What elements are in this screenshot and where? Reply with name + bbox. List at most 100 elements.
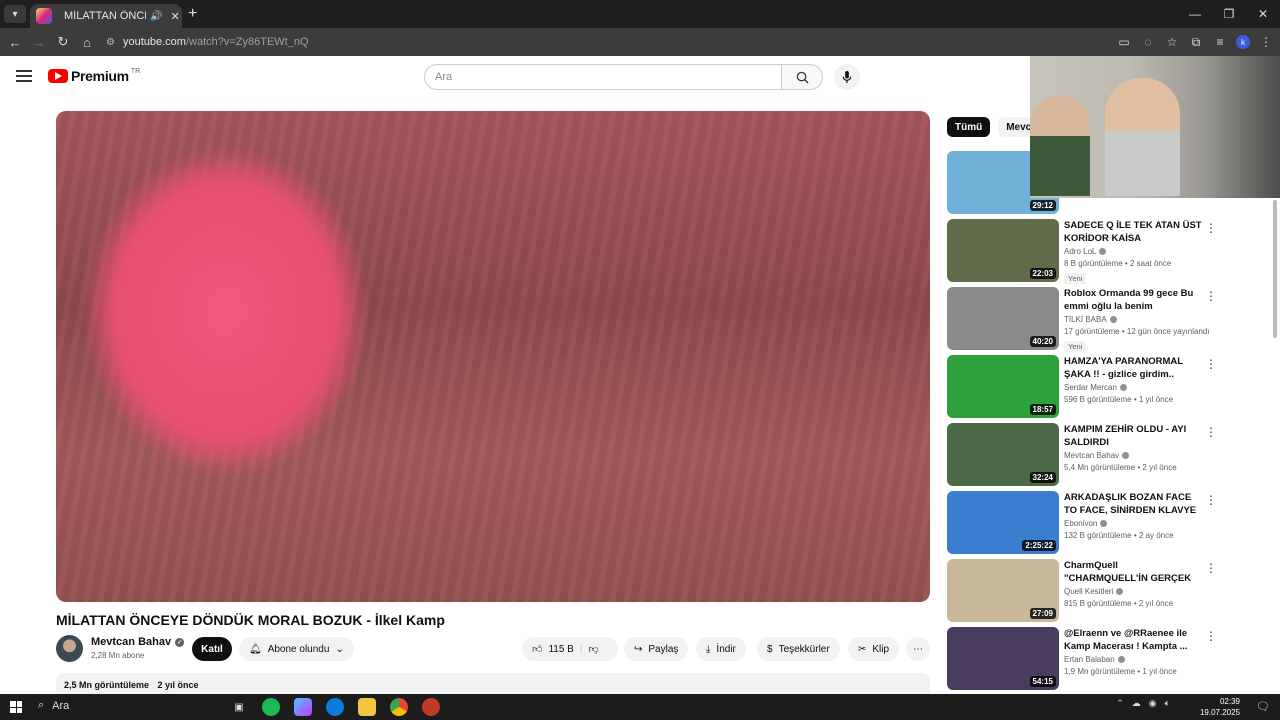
windows-start-icon[interactable] [10,701,22,713]
recommendation-title[interactable]: SADECE Q İLE TEK ATAN ÜST KORİDOR KAİSA [1064,219,1204,245]
video-duration: 54:15 [1029,676,1056,687]
search-input[interactable]: Ara [424,64,782,90]
app-icon-red[interactable] [422,698,440,716]
reload-icon[interactable]: ↻ [51,34,75,50]
video-thumbnail[interactable]: 18:57 [947,355,1059,418]
search-button[interactable] [781,64,823,90]
recommendation-item[interactable]: 40:20 Roblox Ormanda 99 gece Bu emmi oğlu… [947,287,1222,355]
tray-network-icon[interactable]: ◉ [1149,698,1157,709]
recommendation-channel-wrap[interactable]: Quell Kesitleri [1064,587,1204,596]
profile-avatar[interactable]: k [1236,35,1250,49]
app-icon-green[interactable] [262,698,280,716]
home-icon[interactable]: ⌂ [75,35,99,50]
edge-icon[interactable] [326,698,344,716]
tray-volume-icon[interactable]: 🔈︎ [1165,698,1170,709]
extensions-icon[interactable]: ⧉ [1188,32,1204,52]
more-vert-icon[interactable]: ⋮ [1205,289,1217,303]
like-count[interactable]: 115 B [548,644,573,655]
minimize-icon[interactable]: — [1178,0,1212,28]
channel-name-wrap[interactable]: Mevtcan Bahav ✓ [91,636,185,648]
recommendation-title[interactable]: CharmQuell "CHARMQUELL'İN GERÇEK YÜZÜ HA… [1064,559,1204,585]
recommendation-item[interactable]: 32:24 KAMPIM ZEHİR OLDU - AYI SALDIRDI Mev… [947,423,1222,491]
browser-menu-icon[interactable]: ⋮ [1258,32,1274,52]
recommendation-title[interactable]: KAMPIM ZEHİR OLDU - AYI SALDIRDI [1064,423,1204,449]
recommendation-channel-wrap[interactable]: Ebonivon [1064,519,1204,528]
notification-icon[interactable]: 🗨 [1256,700,1270,713]
eye-off-icon[interactable]: ◌ [1140,32,1156,52]
audio-icon[interactable]: 🔊 [150,11,162,22]
video-duration: 40:20 [1029,336,1056,347]
video-thumbnail[interactable]: 22:03 [947,219,1059,282]
video-player[interactable] [56,111,930,602]
site-info-icon[interactable]: ⚙ [106,37,115,48]
download-button[interactable]: ⤓ İndir [696,637,746,661]
more-vert-icon[interactable]: ⋮ [1205,493,1217,507]
recommendation-title[interactable]: ARKADAŞLIK BOZAN FACE TO FACE, SİNİRDEN … [1064,491,1204,517]
join-button[interactable]: Katıl [192,637,232,661]
share-button[interactable]: ↪ Paylaş [624,637,689,661]
more-vert-icon[interactable]: ⋮ [1205,561,1217,575]
chip-all[interactable]: Tümü [947,117,991,137]
recommendation-channel-wrap[interactable]: Adro LoL [1064,247,1204,256]
like-icon[interactable]: 👍︎ [532,643,542,655]
more-vert-icon[interactable]: ⋮ [1205,629,1217,643]
channel-name: Mevtcan Bahav [91,636,172,648]
task-view-icon[interactable]: ▣ [230,698,248,716]
close-tab-icon[interactable]: ✕ [170,10,179,23]
app-icon-copilot[interactable] [294,698,312,716]
recommendation-channel: TİLKİ BABA [1064,315,1107,324]
recommendation-channel-wrap[interactable]: TİLKİ BABA [1064,315,1204,324]
taskbar-search[interactable]: ⌕ Ara [38,699,69,712]
tab-search-icon[interactable]: ▾ [4,5,26,23]
video-thumbnail[interactable]: 32:24 [947,423,1059,486]
scrollbar[interactable] [1273,200,1277,338]
recommendation-channel: Adro LoL [1064,247,1097,256]
browser-tab[interactable]: MİLATTAN ÖNCEYE D 🔊 ✕ [30,4,182,28]
url-field[interactable]: ⚙ youtube.com/watch?v=Zy86TEWt_nQ [106,31,1106,53]
more-vert-icon[interactable]: ⋮ [1205,425,1217,439]
video-thumbnail[interactable]: 27:09 [947,559,1059,622]
recommendation-channel-wrap[interactable]: Serdar Mercan [1064,383,1204,392]
recommendation-channel-wrap[interactable]: Mevtcan Bahav [1064,451,1204,460]
menu-icon[interactable] [16,70,32,84]
close-window-icon[interactable]: ✕ [1246,0,1280,28]
new-tab-icon[interactable]: + [188,5,197,23]
dislike-icon[interactable]: 👎︎ [588,643,598,655]
download-label: İndir [716,643,736,655]
recommendation-title[interactable]: HAMZA'YA PARANORMAL ŞAKA !! - gizlice gi… [1064,355,1204,381]
tray-chevron-icon[interactable]: ⌃ [1116,698,1124,709]
subscribed-button[interactable]: 🔔︎ Abone olundu ⌄ [239,637,354,661]
thanks-button[interactable]: $ Teşekkürler [757,637,840,661]
voice-search-button[interactable] [834,64,860,90]
back-icon[interactable]: ← [3,35,27,50]
video-thumbnail[interactable]: 54:15 [947,627,1059,690]
cast-icon[interactable]: ▭ [1116,32,1132,52]
more-actions-button[interactable]: ⋯ [906,637,930,661]
more-vert-icon[interactable]: ⋮ [1205,357,1217,371]
channel-avatar[interactable] [56,635,83,662]
tab-title: MİLATTAN ÖNCEYE D [64,10,146,22]
forward-icon[interactable]: → [27,35,51,50]
recommendation-title[interactable]: @Elraenn ve @RRaenee ile Kamp Macerası !… [1064,627,1204,653]
media-icon[interactable]: ≡ [1212,32,1228,52]
tray-cloud-icon[interactable]: ☁ [1132,698,1141,709]
recommendation-item[interactable]: 2:25:22 ARKADAŞLIK BOZAN FACE TO FACE, Sİ… [947,491,1222,559]
recommendation-item[interactable]: 18:57 HAMZA'YA PARANORMAL ŞAKA !! - gizli… [947,355,1222,423]
youtube-logo[interactable]: Premium TR [48,68,140,84]
video-thumbnail[interactable]: 40:20 [947,287,1059,350]
recommendation-meta: 17 görüntüleme • 12 gün önce yayınlandı [1064,327,1210,336]
recommendation-item[interactable]: 54:15 @Elraenn ve @RRaenee ile Kamp Macer… [947,627,1222,695]
recommendation-title[interactable]: Roblox Ormanda 99 gece Bu emmi oğlu la b… [1064,287,1204,313]
chrome-icon[interactable] [390,698,408,716]
bookmark-star-icon[interactable]: ☆ [1164,32,1180,52]
recommendation-item[interactable]: 22:03 SADECE Q İLE TEK ATAN ÜST KORİDOR K… [947,219,1222,287]
verified-icon [1117,656,1125,663]
maximize-icon[interactable]: ❐ [1212,0,1246,28]
more-vert-icon[interactable]: ⋮ [1205,221,1217,235]
video-thumbnail[interactable]: 2:25:22 [947,491,1059,554]
recommendation-item[interactable]: 27:09 CharmQuell "CHARMQUELL'İN GERÇEK YÜ… [947,559,1222,627]
taskbar-clock[interactable]: 02:39 19.07.2025 [1200,696,1240,718]
recommendation-channel-wrap[interactable]: Ertan Balaban [1064,655,1204,664]
clip-button[interactable]: ✂ Klip [848,637,900,661]
file-explorer-icon[interactable] [358,698,376,716]
